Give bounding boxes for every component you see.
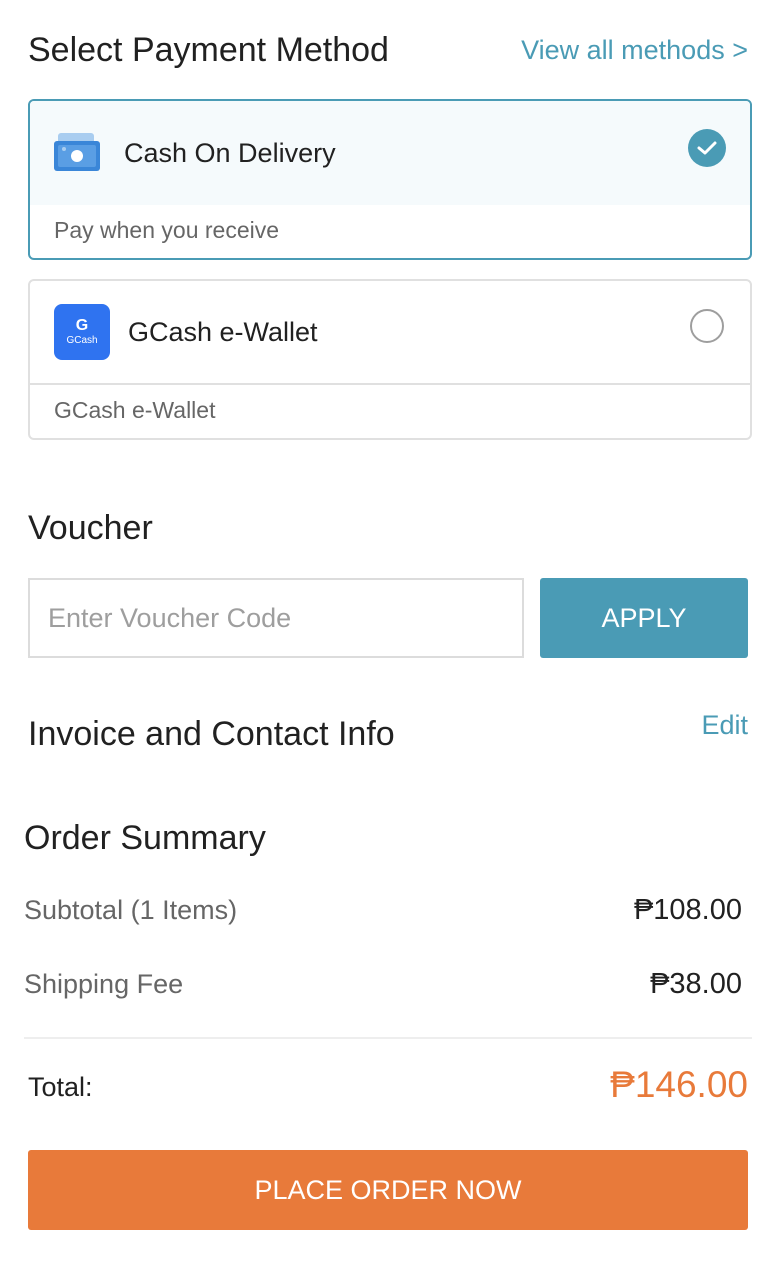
summary-title: Order Summary [24, 818, 266, 857]
payment-option-gcash[interactable]: G GCash GCash e-Wallet GCash e-Wallet [28, 279, 752, 440]
invoice-title: Invoice and Contact Info [28, 714, 395, 753]
voucher-title: Voucher [28, 508, 153, 547]
payment-title: Select Payment Method [28, 30, 389, 69]
summary-header: Order Summary [24, 816, 748, 860]
shipping-value: ₱38.00 [650, 967, 742, 1000]
edit-invoice-link[interactable]: Edit [701, 710, 748, 741]
payment-option-subtitle: GCash e-Wallet [54, 397, 216, 423]
voucher-header: Voucher [28, 506, 748, 550]
voucher-code-input[interactable] [28, 578, 524, 658]
summary-divider [24, 1037, 752, 1039]
subtotal-row: Subtotal (1 Items) ₱108.00 [24, 890, 742, 930]
subtotal-value: ₱108.00 [633, 893, 742, 926]
cash-icon [54, 133, 106, 173]
payment-option-name: GCash e-Wallet [128, 316, 318, 347]
shipping-label: Shipping Fee [24, 968, 184, 999]
radio-button[interactable] [690, 309, 724, 343]
gcash-logo-letter: G [75, 317, 89, 334]
payment-option-name: Cash On Delivery [124, 137, 336, 168]
total-value: ₱146.00 [610, 1064, 748, 1105]
place-order-button[interactable]: PLACE ORDER NOW [28, 1150, 748, 1230]
total-label: Total: [28, 1072, 93, 1102]
gcash-logo-text: GCash [66, 335, 98, 346]
checkout-page: Select Payment Method View all methods >… [0, 0, 776, 1264]
shipping-row: Shipping Fee ₱38.00 [24, 964, 742, 1004]
gcash-logo-icon: G GCash [54, 304, 110, 360]
view-all-methods-link[interactable]: View all methods > [521, 35, 748, 66]
checkmark-icon [688, 129, 726, 167]
payment-option-header: Cash On Delivery [30, 101, 750, 205]
invoice-header: Invoice and Contact Info Edit [28, 710, 748, 758]
payment-option-header: G GCash GCash e-Wallet [30, 281, 750, 385]
apply-voucher-button[interactable]: APPLY [540, 578, 748, 658]
payment-option-cod[interactable]: Cash On Delivery Pay when you receive [28, 99, 752, 260]
payment-header: Select Payment Method View all methods > [28, 26, 748, 74]
payment-option-subtitle: Pay when you receive [54, 217, 280, 243]
subtotal-label: Subtotal (1 Items) [24, 894, 238, 925]
